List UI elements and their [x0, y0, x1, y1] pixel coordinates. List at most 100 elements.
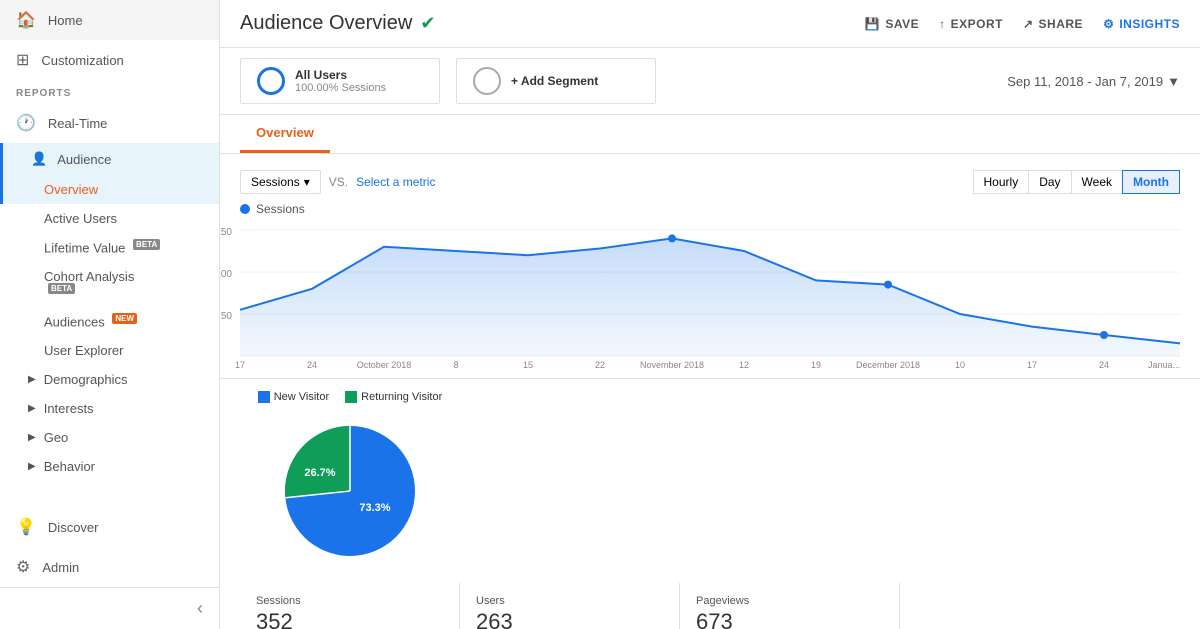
sidebar-audience-label: Audience — [57, 152, 111, 167]
svg-text:17: 17 — [235, 360, 245, 370]
pageviews-label: Pageviews — [696, 595, 883, 607]
geo-arrow: ▶ — [28, 432, 36, 443]
add-segment-label: + Add Segment — [511, 74, 598, 88]
share-button[interactable]: ↗ SHARE — [1023, 17, 1083, 31]
page-title: Audience Overview ✔ — [240, 12, 435, 35]
sidebar-item-discover[interactable]: 💡 Discover — [0, 507, 219, 547]
save-icon: 💾 — [865, 17, 880, 31]
save-button[interactable]: 💾 SAVE — [865, 17, 919, 31]
metric-dropdown[interactable]: Sessions ▾ — [240, 170, 321, 194]
segment-bar: All Users 100.00% Sessions + Add Segment… — [220, 48, 1200, 115]
page-title-text: Audience Overview — [240, 12, 412, 35]
behavior-arrow: ▶ — [28, 461, 36, 472]
sidebar-item-audience[interactable]: 👤 Audience — [0, 143, 219, 175]
chart-legend: Sessions — [240, 202, 1180, 216]
chart-area-fill — [240, 238, 1180, 356]
sidebar-item-active-users[interactable]: Active Users — [0, 204, 219, 233]
top-bar: Audience Overview ✔ 💾 SAVE ↑ EXPORT ↗ SH… — [220, 0, 1200, 48]
geo-label: Geo — [44, 430, 69, 445]
discover-icon: 💡 — [16, 517, 36, 537]
pageviews-value: 673 — [696, 609, 883, 629]
time-hourly[interactable]: Hourly — [973, 170, 1030, 194]
sidebar-section-interests[interactable]: ▶ Interests — [0, 394, 219, 423]
svg-text:Janua...: Janua... — [1148, 360, 1180, 370]
new-badge-audiences: NEW — [112, 313, 137, 324]
all-users-info: All Users 100.00% Sessions — [295, 68, 386, 94]
stat-sessions: Sessions 352 — [240, 583, 460, 629]
sessions-legend-label: Sessions — [256, 202, 305, 216]
sidebar: 🏠 Home ⊞ Customization REPORTS 🕐 Real-Ti… — [0, 0, 220, 629]
add-segment-circle — [473, 67, 501, 95]
svg-text:10: 10 — [955, 360, 965, 370]
active-users-label: Active Users — [44, 211, 117, 226]
svg-text:150: 150 — [220, 227, 232, 238]
svg-text:19: 19 — [811, 360, 821, 370]
save-label: SAVE — [885, 17, 919, 31]
sidebar-item-lifetime-value[interactable]: Lifetime Value BETA — [0, 233, 219, 262]
sidebar-customization-label: Customization — [41, 53, 123, 68]
time-day[interactable]: Day — [1028, 170, 1071, 194]
chart-dot-3 — [1100, 331, 1108, 339]
sidebar-section-geo[interactable]: ▶ Geo — [0, 423, 219, 452]
new-visitor-label: New Visitor — [274, 391, 329, 403]
insights-icon: ⚙ — [1103, 17, 1114, 31]
sidebar-item-home[interactable]: 🏠 Home — [0, 0, 219, 40]
metric-label: Sessions — [251, 175, 300, 189]
beta-badge-cohort: BETA — [48, 283, 75, 294]
date-range-text: Sep 11, 2018 - Jan 7, 2019 — [1007, 74, 1163, 89]
sidebar-item-cohort-analysis[interactable]: Cohort Analysis BETA — [0, 262, 219, 306]
svg-text:December 2018: December 2018 — [856, 360, 920, 370]
interests-arrow: ▶ — [28, 403, 36, 414]
svg-text:October 2018: October 2018 — [357, 360, 412, 370]
sidebar-item-audiences[interactable]: Audiences NEW — [0, 307, 219, 336]
collapse-sidebar-button[interactable]: ‹ — [0, 587, 219, 629]
add-segment-info: + Add Segment — [511, 74, 598, 88]
metric-arrow-icon: ▾ — [304, 175, 310, 189]
vs-label: VS. — [329, 175, 348, 189]
sidebar-realtime-label: Real-Time — [48, 116, 107, 131]
svg-text:50: 50 — [221, 311, 233, 322]
chart-dot-2 — [884, 281, 892, 289]
svg-text:17: 17 — [1027, 360, 1037, 370]
all-users-name: All Users — [295, 68, 386, 82]
time-week[interactable]: Week — [1071, 170, 1123, 194]
tab-overview[interactable]: Overview — [240, 115, 330, 153]
discover-label: Discover — [48, 520, 99, 535]
svg-text:100: 100 — [220, 269, 232, 280]
pie-legend-new: New Visitor — [258, 391, 329, 403]
sidebar-item-admin[interactable]: ⚙ Admin — [0, 547, 219, 587]
new-visitor-color — [258, 391, 270, 403]
time-month[interactable]: Month — [1122, 170, 1180, 194]
main-content: Audience Overview ✔ 💾 SAVE ↑ EXPORT ↗ SH… — [220, 0, 1200, 629]
svg-text:24: 24 — [1099, 360, 1109, 370]
sidebar-section-demographics[interactable]: ▶ Demographics — [0, 365, 219, 394]
pie-chart-area: New Visitor Returning Visitor — [240, 379, 460, 583]
sidebar-item-realtime[interactable]: 🕐 Real-Time — [0, 103, 219, 143]
sessions-label: Sessions — [256, 595, 443, 607]
audience-icon: 👤 — [31, 151, 47, 167]
home-icon: 🏠 — [16, 10, 36, 30]
date-range-selector[interactable]: Sep 11, 2018 - Jan 7, 2019 ▼ — [1007, 74, 1180, 89]
sidebar-item-overview[interactable]: Overview — [0, 175, 219, 204]
select-metric-link[interactable]: Select a metric — [356, 175, 435, 189]
stats-grid: Sessions 352 Users 263 Pageviews 673 — [220, 378, 1200, 629]
chart-svg: 150 100 50 — [240, 220, 1180, 370]
sessions-legend-dot — [240, 204, 250, 214]
audiences-label: Audiences — [44, 314, 105, 329]
user-explorer-label: User Explorer — [44, 343, 123, 358]
users-value: 263 — [476, 609, 663, 629]
insights-button[interactable]: ⚙ INSIGHTS — [1103, 17, 1180, 31]
customization-icon: ⊞ — [16, 50, 29, 70]
pie-new-pct-label: 26.7% — [304, 467, 335, 479]
admin-icon: ⚙ — [16, 557, 30, 577]
time-buttons: Hourly Day Week Month — [974, 170, 1180, 194]
cohort-label: Cohort Analysis — [44, 269, 134, 284]
all-users-segment[interactable]: All Users 100.00% Sessions — [240, 58, 440, 104]
export-button[interactable]: ↑ EXPORT — [939, 17, 1003, 31]
sidebar-item-user-explorer[interactable]: User Explorer — [0, 336, 219, 365]
sidebar-section-behavior[interactable]: ▶ Behavior — [0, 452, 219, 481]
add-segment-button[interactable]: + Add Segment — [456, 58, 656, 104]
sidebar-home-label: Home — [48, 13, 83, 28]
verified-check-icon: ✔ — [420, 13, 435, 34]
sidebar-item-customization[interactable]: ⊞ Customization — [0, 40, 219, 80]
